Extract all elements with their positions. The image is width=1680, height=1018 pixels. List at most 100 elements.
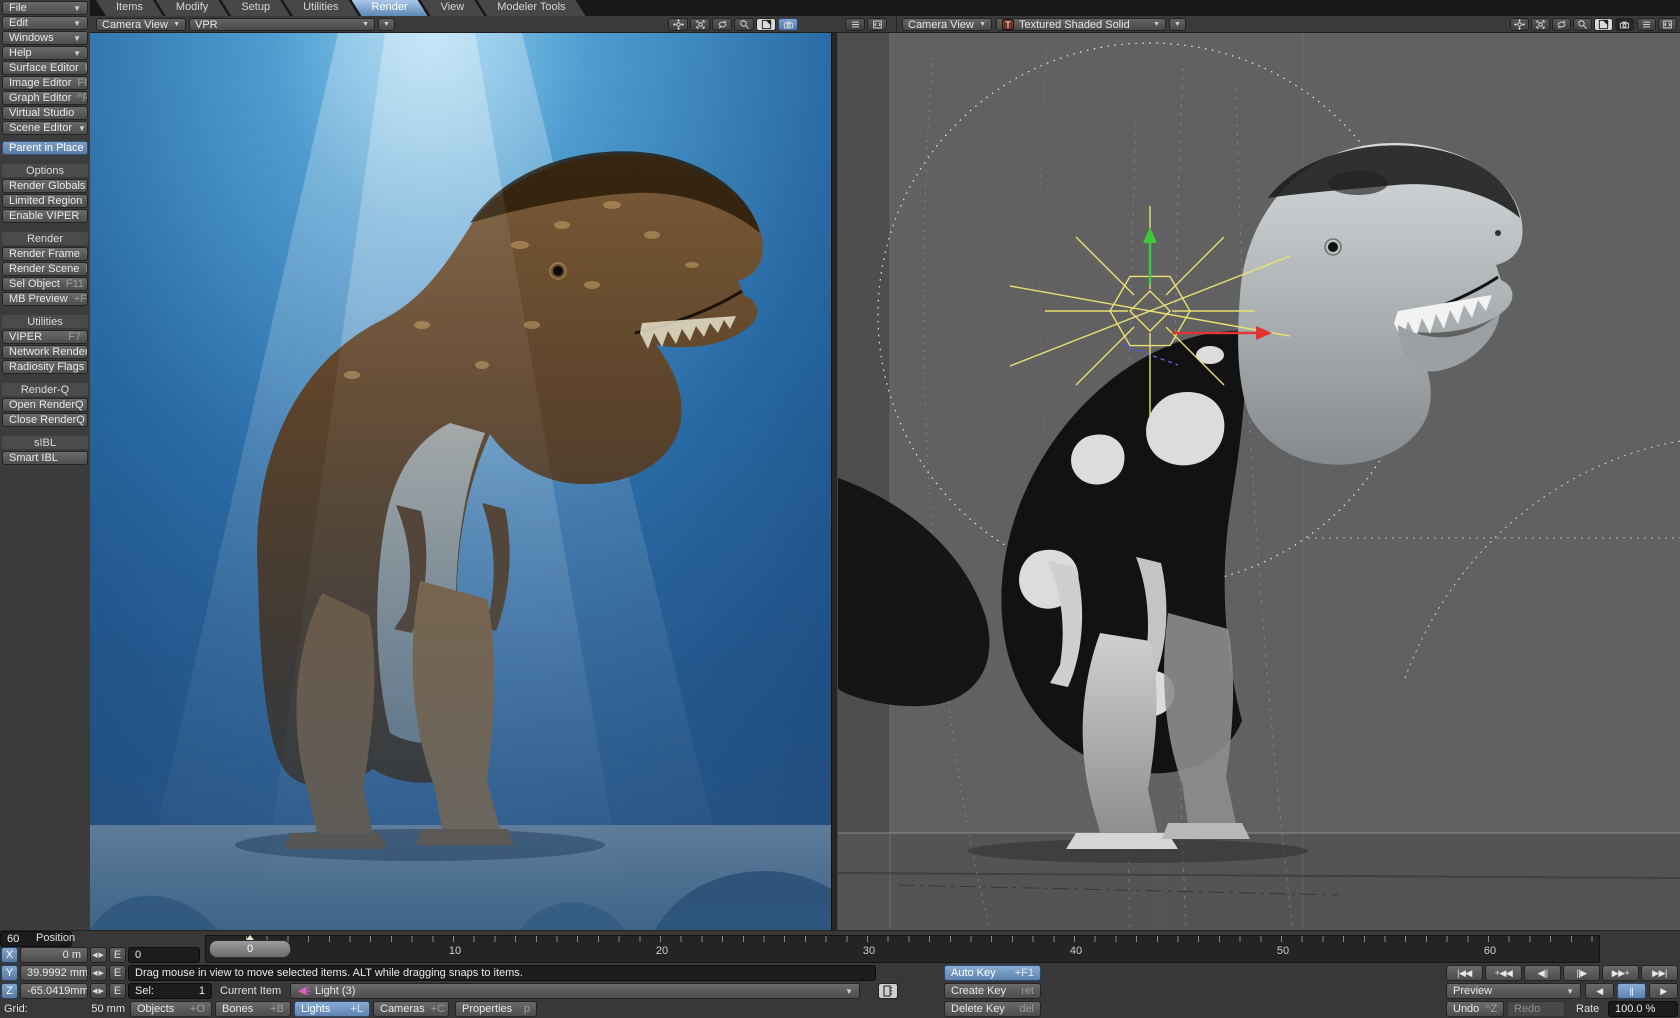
current-item-label: Current Item: [220, 985, 281, 997]
properties-button[interactable]: Propertiesp: [455, 1001, 537, 1017]
timeline-ruler[interactable]: 0 10 20 30 40 50 60 0: [205, 935, 1600, 963]
left-rotate-view-button[interactable]: [690, 18, 710, 31]
tab-modify[interactable]: Modify: [156, 0, 228, 16]
tab-utilities[interactable]: Utilities: [283, 0, 358, 16]
x-envelope-button[interactable]: E: [109, 947, 126, 963]
scene-editor-button[interactable]: Scene Editor▼: [2, 121, 88, 135]
move-icon: [673, 19, 684, 30]
tab-modeler-tools[interactable]: Modeler Tools: [477, 0, 585, 16]
help-menu[interactable]: Help▼: [2, 46, 88, 60]
limited-region-button[interactable]: Limited Regionl: [2, 194, 88, 208]
y-envelope-button[interactable]: E: [109, 965, 126, 981]
mb-preview-button[interactable]: MB Preview+F9: [2, 292, 88, 306]
left-render-mode-dropdown[interactable]: VPR▼: [189, 18, 375, 31]
left-orbit-view-button[interactable]: [712, 18, 732, 31]
left-maximize-viewport-button[interactable]: [756, 18, 776, 31]
image-editor-button[interactable]: Image EditorF6: [2, 76, 88, 90]
smart-ibl-button[interactable]: Smart IBL: [2, 451, 88, 465]
right-zoom-view-button[interactable]: [1573, 18, 1592, 31]
right-render-mode-dropdown[interactable]: TTextured Shaded Solid▼: [996, 18, 1166, 31]
left-viewport-canvas[interactable]: [90, 33, 831, 930]
preview-dropdown[interactable]: Preview▼: [1446, 983, 1581, 999]
position-y-field[interactable]: 39.9992 mm: [20, 965, 88, 981]
graph-editor-button[interactable]: Graph Editor^F2: [2, 91, 88, 105]
y-stepper[interactable]: ◀▶: [90, 965, 107, 981]
item-type-bones-button[interactable]: Bones+B: [215, 1001, 291, 1017]
left-view-type-dropdown[interactable]: Camera View▼: [96, 18, 186, 31]
play-reverse-button[interactable]: ◀: [1585, 983, 1614, 999]
item-type-objects-button[interactable]: Objects+O: [130, 1001, 212, 1017]
x-stepper[interactable]: ◀▶: [90, 947, 107, 963]
item-type-cameras-button[interactable]: Cameras+C: [373, 1001, 449, 1017]
windows-menu[interactable]: Windows▼: [2, 31, 88, 45]
right-rotate-view-button[interactable]: [1531, 18, 1550, 31]
current-item-dropdown[interactable]: Light (3) ▼: [290, 983, 860, 999]
right-viewport-options-dropdown[interactable]: ▼: [1169, 18, 1186, 31]
tab-setup[interactable]: Setup: [221, 0, 290, 16]
timeline-slider-handle[interactable]: 0: [209, 940, 291, 958]
right-camera-toggle-button[interactable]: [1615, 18, 1634, 31]
step-forward-button[interactable]: ||▶: [1563, 965, 1600, 981]
right-view-type-dropdown[interactable]: Camera View▼: [902, 18, 992, 31]
tab-render[interactable]: Render: [352, 0, 428, 16]
enable-viper-button[interactable]: Enable VIPER: [2, 209, 88, 223]
render-globals-button[interactable]: Render Globals: [2, 179, 88, 193]
left-frame-fit-button[interactable]: [867, 18, 887, 31]
z-envelope-button[interactable]: E: [109, 983, 126, 999]
delete-key-button[interactable]: Delete Keydel: [944, 1001, 1041, 1017]
create-key-button[interactable]: Create Keyret: [944, 983, 1041, 999]
rate-field[interactable]: 100.0 %: [1608, 1001, 1678, 1017]
right-frame-fit-button[interactable]: [1658, 18, 1677, 31]
sel-object-button[interactable]: Sel ObjectF11: [2, 277, 88, 291]
radiosity-flags-button[interactable]: Radiosity Flags: [2, 360, 88, 374]
z-stepper[interactable]: ◀▶: [90, 983, 107, 999]
right-viewport-canvas[interactable]: [838, 33, 1680, 930]
undo-button[interactable]: Undo^Z: [1446, 1001, 1504, 1017]
render-frame-button[interactable]: Render FrameF9: [2, 247, 88, 261]
renderq-section-header: Render-Q: [2, 383, 88, 396]
options-section-header: Options: [2, 164, 88, 177]
position-z-field[interactable]: -65.0419mm: [20, 983, 88, 999]
close-renderq-button[interactable]: Close RenderQ: [2, 413, 88, 427]
play-forward-button[interactable]: ▶: [1649, 983, 1678, 999]
chevron-down-icon: ▼: [974, 21, 986, 28]
viper-button[interactable]: VIPERF7: [2, 330, 88, 344]
go-last-frame-button[interactable]: ▶▶|: [1641, 965, 1678, 981]
next-keyframe-button[interactable]: ▶▶+: [1602, 965, 1639, 981]
surface-editor-button[interactable]: Surface EditorF5: [2, 61, 88, 75]
right-pan-view-button[interactable]: [1510, 18, 1529, 31]
right-orbit-view-button[interactable]: [1552, 18, 1571, 31]
virtual-studio-button[interactable]: Virtual Studio: [2, 106, 88, 120]
left-vpr-camera-toggle-button[interactable]: [778, 18, 798, 31]
tab-view[interactable]: View: [421, 0, 485, 16]
prev-keyframe-button[interactable]: +◀◀: [1485, 965, 1522, 981]
network-render-button[interactable]: Network Render: [2, 345, 88, 359]
step-back-button[interactable]: ◀||: [1524, 965, 1561, 981]
open-renderq-button[interactable]: Open RenderQ: [2, 398, 88, 412]
position-x-field[interactable]: 0 m: [20, 947, 88, 963]
redo-button[interactable]: Redo: [1507, 1001, 1565, 1017]
auto-key-button[interactable]: Auto Key+F1: [944, 965, 1041, 981]
left-viewport-options-dropdown[interactable]: ▼: [378, 18, 395, 31]
render-scene-button[interactable]: Render SceneF10: [2, 262, 88, 276]
right-maximize-viewport-button[interactable]: [1594, 18, 1613, 31]
parent-in-place-button[interactable]: Parent in Place: [2, 141, 88, 155]
axis-y-button[interactable]: Y: [1, 965, 18, 981]
tab-items[interactable]: Items: [96, 0, 163, 16]
item-type-lights-button[interactable]: Lights+L: [294, 1001, 370, 1017]
left-zoom-view-button[interactable]: [734, 18, 754, 31]
pause-button[interactable]: ||: [1617, 983, 1646, 999]
axis-x-button[interactable]: X: [1, 947, 18, 963]
current-frame-field[interactable]: 0: [128, 947, 200, 963]
axis-z-button[interactable]: Z: [1, 983, 18, 999]
viewport-splitter[interactable]: [831, 33, 838, 930]
left-pan-view-button[interactable]: [668, 18, 688, 31]
file-menu[interactable]: File▼: [2, 1, 88, 15]
rotate-icon: [1535, 19, 1546, 30]
edit-menu[interactable]: Edit▼: [2, 16, 88, 30]
right-viewport-menu-button[interactable]: [1637, 18, 1656, 31]
viewport-header-strip: Camera View▼ VPR▼ ▼ Camera View▼ TTextur…: [90, 16, 1680, 33]
item-list-button[interactable]: [878, 983, 898, 999]
left-viewport-menu-button[interactable]: [845, 18, 865, 31]
go-first-frame-button[interactable]: |◀◀: [1446, 965, 1483, 981]
